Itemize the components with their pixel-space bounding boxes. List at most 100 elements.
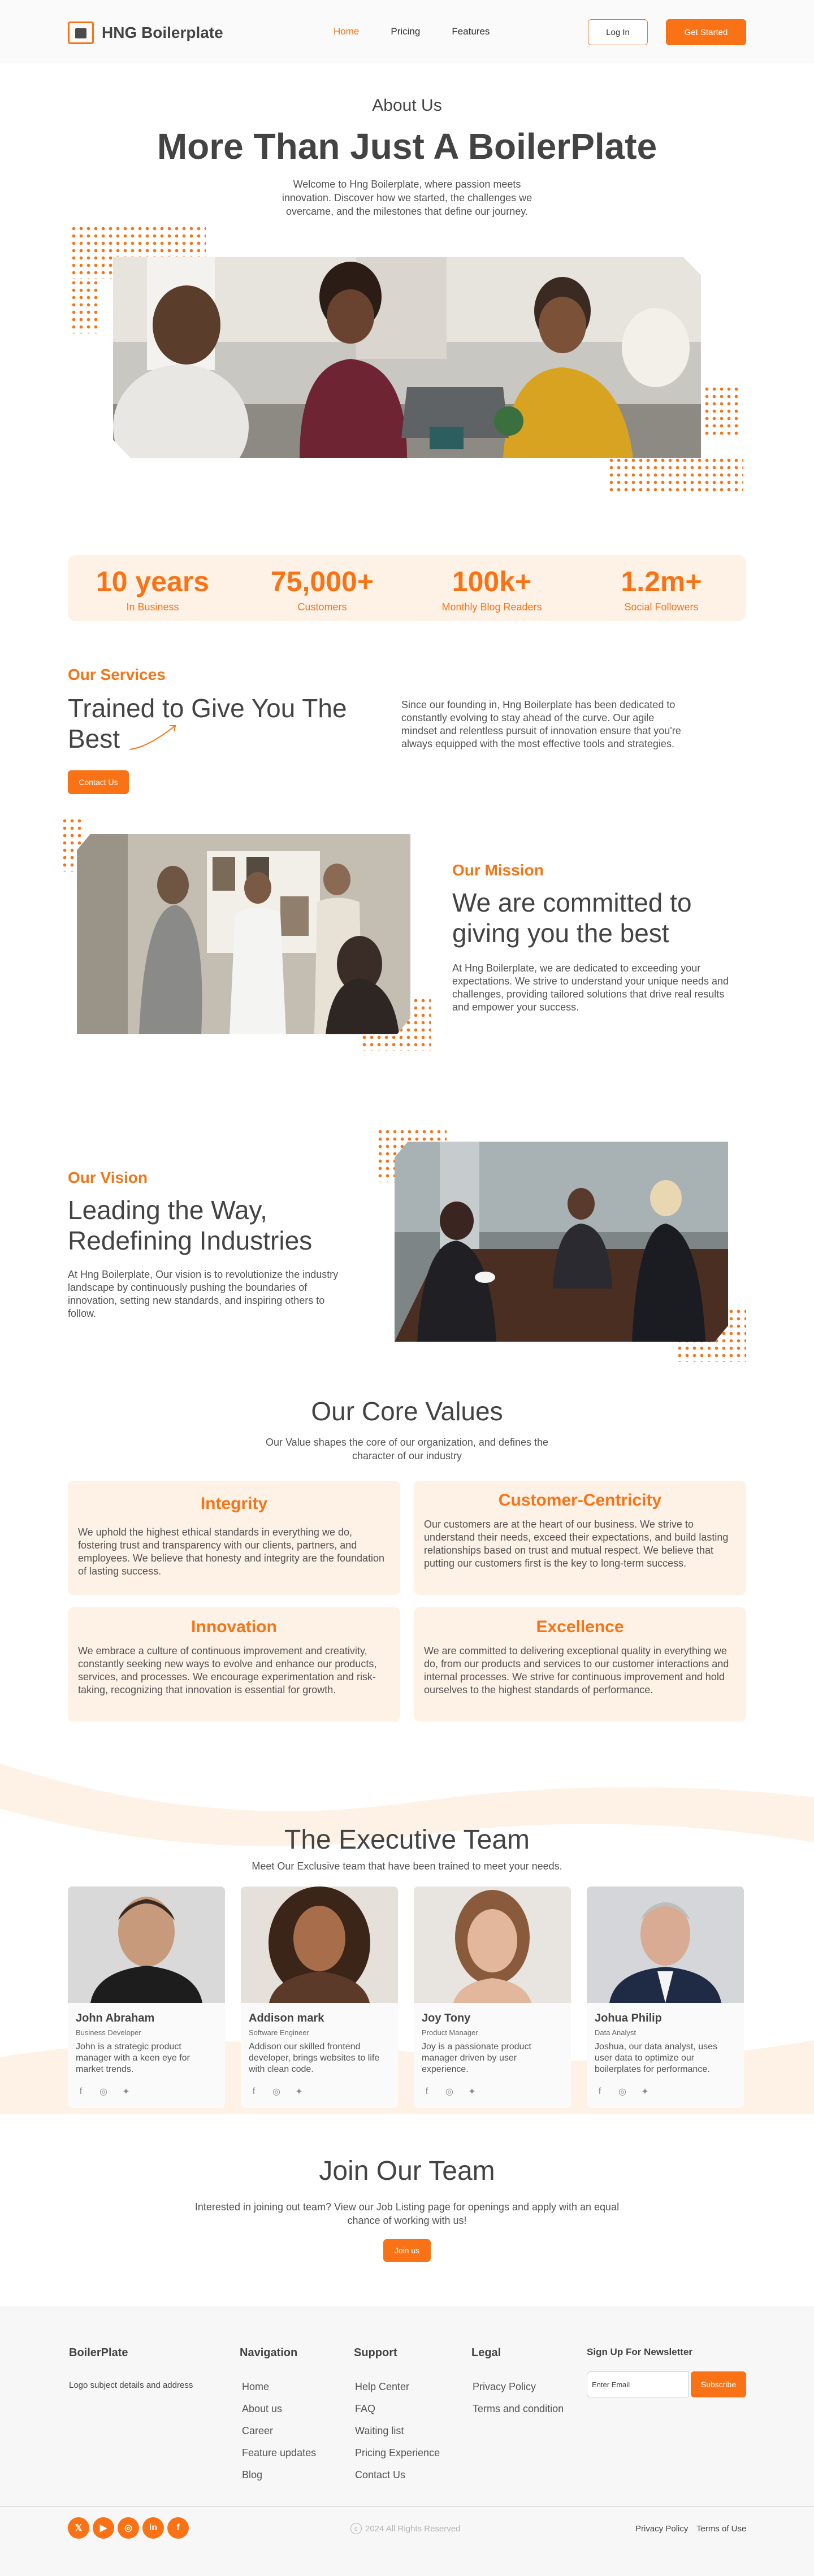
core-values-title: Our Core Values xyxy=(311,1397,503,1426)
brand-logo[interactable]: HNG Boilerplate xyxy=(68,21,223,44)
member-name: John Abraham xyxy=(76,2012,155,2024)
member-role: Data Analyst xyxy=(595,2028,636,2037)
core-values-subtitle: Our Value shapes the core of our organiz… xyxy=(266,1437,548,1462)
facebook-icon[interactable]: f xyxy=(595,2087,605,2097)
footer-link[interactable]: FAQ xyxy=(355,2403,375,2415)
twitter-icon[interactable]: ✦ xyxy=(467,2087,477,2097)
value-card-text: We are committed to delivering exception… xyxy=(424,1645,729,1695)
member-name: Johua Philip xyxy=(595,2012,662,2024)
mission-label: Our Mission xyxy=(452,861,544,879)
team-member-card: John Abraham Business Developer John is … xyxy=(68,1887,225,2108)
get-started-button[interactable]: Get Started xyxy=(666,19,746,45)
value-card-text: We uphold the highest ethical standards … xyxy=(78,1526,385,1577)
main-nav: Home Pricing Features xyxy=(334,26,490,37)
value-card-text: We embrace a culture of continuous impro… xyxy=(78,1645,377,1695)
member-name: Joy Tony xyxy=(422,2012,471,2024)
mission-photo xyxy=(77,834,410,1034)
footer-link[interactable]: Career xyxy=(242,2425,273,2437)
arrow-icon xyxy=(129,725,176,750)
contact-us-button[interactable]: Contact Us xyxy=(68,770,129,794)
mission-text: At Hng Boilerplate, we are dedicated to … xyxy=(452,962,729,1013)
vision-label: Our Vision xyxy=(68,1169,148,1186)
nav-features[interactable]: Features xyxy=(452,26,490,37)
instagram-icon[interactable]: ◎ xyxy=(444,2087,454,2097)
footer-link[interactable]: About us xyxy=(242,2403,282,2415)
value-card: Innovation We embrace a culture of conti… xyxy=(68,1607,400,1721)
nav-pricing[interactable]: Pricing xyxy=(391,26,420,37)
instagram-icon[interactable]: ◎ xyxy=(118,2517,139,2539)
footer-heading-support: Support xyxy=(354,2347,397,2359)
subscribe-button[interactable]: Subscribe xyxy=(691,2371,746,2397)
brand-name: HNG Boilerplate xyxy=(102,24,223,41)
services-text: Since our founding in, Hng Boilerplate h… xyxy=(401,699,681,749)
stat-label: Monthly Blog Readers xyxy=(441,601,542,613)
footer-link[interactable]: Feature updates xyxy=(242,2447,316,2459)
stat-value: 10 years xyxy=(96,566,210,597)
linkedin-icon[interactable]: in xyxy=(142,2517,164,2539)
stat-item: 10 years In Business xyxy=(68,555,237,621)
stat-label: Customers xyxy=(297,601,347,613)
value-card-title: Excellence xyxy=(536,1617,624,1636)
footer-link[interactable]: Privacy Policy xyxy=(473,2381,536,2393)
stat-value: 1.2m+ xyxy=(621,566,702,597)
instagram-icon[interactable]: ◎ xyxy=(617,2087,627,2097)
copyright-text: 2024 All Rights Reserved xyxy=(365,2523,461,2534)
newsletter-email-input[interactable]: Enter Email xyxy=(587,2371,689,2397)
team-member-card: Joy Tony Product Manager Joy is a passio… xyxy=(414,1887,571,2108)
stat-item: 100k+ Monthly Blog Readers xyxy=(407,555,577,621)
stat-value: 75,000+ xyxy=(270,566,374,597)
facebook-icon[interactable]: f xyxy=(167,2517,189,2539)
member-role: Business Developer xyxy=(76,2028,141,2037)
decor-dots xyxy=(608,457,743,492)
member-description: John is a strategic product manager with… xyxy=(76,2042,190,2074)
footer-link[interactable]: Terms and condition xyxy=(473,2403,564,2415)
stat-item: 1.2m+ Social Followers xyxy=(577,555,746,621)
stat-item: 75,000+ Customers xyxy=(237,555,407,621)
team-member-card: Addison mark Software Engineer Addison o… xyxy=(241,1887,398,2108)
member-photo xyxy=(241,1887,398,2003)
stat-label: Social Followers xyxy=(624,601,699,613)
value-card-title: Integrity xyxy=(200,1494,268,1513)
x-icon[interactable]: 𝕏 xyxy=(68,2517,89,2539)
value-card-title: Innovation xyxy=(191,1617,277,1636)
join-us-button[interactable]: Join us xyxy=(383,2239,431,2262)
vision-photo xyxy=(395,1142,728,1342)
footer-privacy-link[interactable]: Privacy Policy xyxy=(635,2524,688,2534)
twitter-icon[interactable]: ✦ xyxy=(640,2087,650,2097)
instagram-icon[interactable]: ◎ xyxy=(98,2087,109,2097)
footer-link[interactable]: Waiting list xyxy=(355,2425,404,2437)
nav-home[interactable]: Home xyxy=(334,26,359,37)
copyright: c 2024 All Rights Reserved xyxy=(350,2523,460,2534)
mission-title: We are committed to giving you the best xyxy=(452,888,692,948)
youtube-icon[interactable]: ▶ xyxy=(93,2517,114,2539)
member-photo xyxy=(414,1887,571,2003)
footer-divider xyxy=(0,2506,814,2507)
twitter-icon[interactable]: ✦ xyxy=(294,2087,304,2097)
footer-link[interactable]: Blog xyxy=(242,2469,262,2481)
join-title: Join Our Team xyxy=(319,2156,495,2186)
footer-link[interactable]: Home xyxy=(242,2381,269,2393)
team-title: The Executive Team xyxy=(284,1825,530,1855)
member-description: Addison our skilled frontend developer, … xyxy=(249,2042,380,2074)
footer-terms-link[interactable]: Terms of Use xyxy=(696,2524,746,2534)
footer-link[interactable]: Help Center xyxy=(355,2381,409,2393)
facebook-icon[interactable]: f xyxy=(76,2087,86,2097)
twitter-icon[interactable]: ✦ xyxy=(121,2087,131,2097)
instagram-icon[interactable]: ◎ xyxy=(271,2087,282,2097)
services-label: Our Services xyxy=(68,666,166,683)
value-card: Integrity We uphold the highest ethical … xyxy=(68,1481,400,1595)
hero-title: More Than Just A BoilerPlate xyxy=(157,126,657,167)
footer-link[interactable]: Pricing Experience xyxy=(355,2447,440,2459)
footer-brand-description: Logo subject details and address xyxy=(69,2380,193,2390)
facebook-icon[interactable]: f xyxy=(249,2087,259,2097)
value-card-title: Customer-Centricity xyxy=(498,1491,662,1510)
footer-link[interactable]: Contact Us xyxy=(355,2469,405,2481)
login-button[interactable]: Log In xyxy=(588,19,648,45)
decor-dots xyxy=(70,279,99,333)
hero-description: Welcome to Hng Boilerplate, where passio… xyxy=(282,179,532,217)
facebook-icon[interactable]: f xyxy=(422,2087,432,2097)
value-card: Excellence We are committed to deliverin… xyxy=(414,1607,746,1721)
stat-value: 100k+ xyxy=(452,566,532,597)
newsletter-heading: Sign Up For Newsletter xyxy=(587,2347,693,2357)
stats-bar: 10 years In Business 75,000+ Customers 1… xyxy=(68,555,746,621)
